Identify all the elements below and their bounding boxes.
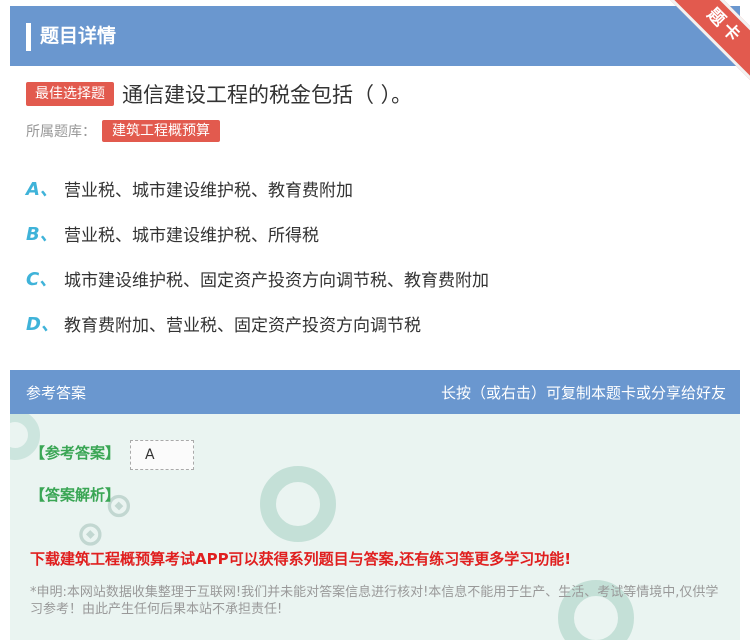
answer-header: 参考答案 长按（或右击）可复制本题卡或分享给好友	[10, 370, 740, 414]
option-c[interactable]: C、 城市建设维护税、固定资产投资方向调节税、教育费附加	[26, 264, 489, 292]
answer-value-image: A	[130, 440, 194, 470]
option-text: 营业税、城市建设维护税、教育费附加	[64, 180, 353, 201]
library-tag[interactable]: 建筑工程概预算	[102, 120, 220, 142]
question-type-tag: 最佳选择题	[26, 82, 114, 106]
option-b[interactable]: B、 营业税、城市建设维护税、所得税	[26, 219, 319, 247]
analysis-label: 【答案解析】	[30, 486, 121, 504]
option-letter: A、	[26, 179, 58, 200]
library-row: 所属题库： 建筑工程概预算	[26, 120, 220, 142]
question-row: 最佳选择题 通信建设工程的税金包括（ ）。	[26, 78, 412, 110]
watermark-logo	[260, 466, 336, 542]
option-text: 城市建设维护税、固定资产投资方向调节税、教育费附加	[64, 270, 489, 291]
option-d[interactable]: D、 教育费附加、营业税、固定资产投资方向调节税	[26, 309, 421, 337]
option-letter: B、	[26, 224, 58, 245]
corner-badge-label: 题卡	[661, 0, 750, 80]
question-text: 通信建设工程的税金包括（ ）。	[122, 83, 413, 107]
header-accent-bar	[26, 23, 31, 51]
library-label: 所属题库：	[26, 124, 96, 140]
answer-label: 【参考答案】	[30, 444, 121, 462]
answer-panel-title: 参考答案	[26, 384, 87, 402]
page-title: 题目详情	[40, 25, 117, 47]
share-hint: 长按（或右击）可复制本题卡或分享给好友	[440, 384, 726, 402]
page-header: 题目详情	[10, 6, 740, 66]
corner-badge: 题卡	[650, 0, 750, 80]
option-text: 教育费附加、营业税、固定资产投资方向调节税	[64, 315, 421, 336]
option-a[interactable]: A、 营业税、城市建设维护税、教育费附加	[26, 174, 353, 202]
option-text: 营业税、城市建设维护税、所得税	[64, 225, 319, 246]
disclaimer-text: *申明:本网站数据收集整理于互联网!我们并未能对答案信息进行核对!本信息不能用于…	[30, 585, 719, 617]
option-letter: D、	[26, 314, 59, 335]
app-promo-text[interactable]: 下载建筑工程概预算考试APP可以获得系列题目与答案,还有练习等更多学习功能!	[30, 548, 571, 569]
answer-panel: ⊙ ⊙ 参考答案 长按（或右击）可复制本题卡或分享给好友 【参考答案】 A 【答…	[10, 370, 740, 640]
option-letter: C、	[26, 269, 58, 290]
